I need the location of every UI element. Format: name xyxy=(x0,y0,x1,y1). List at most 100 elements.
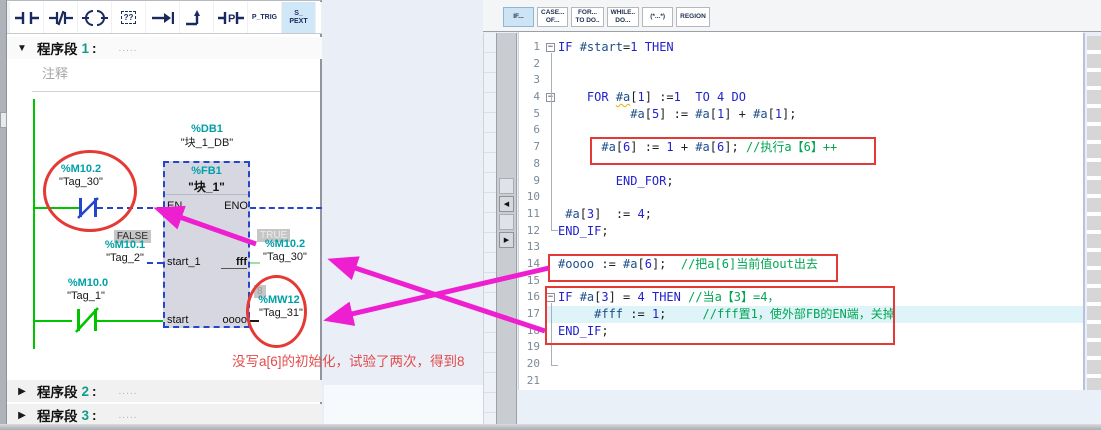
close-branch-icon[interactable] xyxy=(180,2,213,33)
fb-block[interactable]: %FB1 "块_1" xyxy=(163,161,250,328)
scl-toolbar-region-button[interactable]: REGION xyxy=(676,7,710,27)
line-number: 17 xyxy=(519,306,545,323)
line-number: 13 xyxy=(519,239,545,256)
line-number: 11 xyxy=(519,206,545,223)
red-annotation-text: 没写a[6]的初始化，试验了两次，得到8 xyxy=(232,350,532,370)
splitter-thumb[interactable] xyxy=(499,214,514,230)
network-3-header[interactable]: ▶ 程序段 3 : ..... xyxy=(7,404,322,426)
code-line-21[interactable]: 21 xyxy=(519,373,1083,390)
pin-eno[interactable]: ENO xyxy=(222,200,248,212)
code-line-2[interactable]: 2 xyxy=(519,56,1083,73)
scl-toolbar-case-of-button[interactable]: CASE...OF... xyxy=(537,7,568,27)
line-number: 1 xyxy=(519,39,545,56)
editor-right-margin-line xyxy=(1083,33,1085,390)
open-branch-icon[interactable] xyxy=(146,2,179,33)
network-3-title: 程序段 xyxy=(37,405,78,425)
wire-contact2-to-start xyxy=(97,320,163,322)
no-contact-icon[interactable] xyxy=(10,2,43,33)
collapse-triangle-icon[interactable]: ▼ xyxy=(7,43,37,54)
highlight-box-line7 xyxy=(590,137,876,165)
empty-canvas-bottom xyxy=(324,385,483,424)
scl-toolbar-if-button[interactable]: IF... xyxy=(503,7,534,27)
db-name[interactable]: "块_1_DB" xyxy=(167,137,247,150)
s-pext-button[interactable]: S_ PEXT xyxy=(282,2,315,33)
coil-icon[interactable] xyxy=(78,2,111,33)
code-text: #a[3] := 4; xyxy=(558,206,1083,223)
line-number: 7 xyxy=(519,139,545,156)
empty-canvas-area xyxy=(324,33,483,385)
pin-en[interactable]: EN xyxy=(167,200,182,212)
fold-spacer xyxy=(545,373,558,390)
out1-address[interactable]: %M10.2 xyxy=(259,238,311,251)
vertical-scrollbar[interactable] xyxy=(1087,36,1101,390)
code-text: #a[5] := #a[1] + #a[1]; xyxy=(558,106,1083,123)
network-1-title: 程序段 xyxy=(37,38,78,58)
wire-rail-to-contact2 xyxy=(34,320,72,322)
scl-toolbar-while-do-button[interactable]: WHILE..DO... xyxy=(607,7,640,27)
nc-contact-icon[interactable] xyxy=(44,2,77,33)
splitter-collapse-left-icon[interactable]: ◀ xyxy=(499,196,514,212)
code-line-20[interactable]: 20 xyxy=(519,356,1083,373)
in1-address[interactable]: %M10.1 xyxy=(99,239,151,252)
splitter-collapse-right-icon[interactable]: ▶ xyxy=(499,232,514,248)
network-2-colon: : xyxy=(89,384,97,399)
line-number: 4 xyxy=(519,89,545,106)
line-number: 16 xyxy=(519,289,545,306)
line-number: 9 xyxy=(519,173,545,190)
network-comment[interactable]: 注释 xyxy=(42,63,312,87)
network-2-title-placeholder[interactable]: ..... xyxy=(97,386,138,397)
contact2-address[interactable]: %M10.0 xyxy=(62,277,114,290)
p-contact-icon[interactable]: P xyxy=(214,2,247,33)
code-line-12[interactable]: 12END_IF; xyxy=(519,223,1083,240)
code-text: IF #start=1 THEN xyxy=(558,39,1083,56)
toolbar-partial-cell xyxy=(316,2,321,33)
code-text xyxy=(558,373,1083,390)
network-3-title-placeholder[interactable]: ..... xyxy=(97,410,138,421)
highlight-box-line14 xyxy=(548,254,838,282)
network-2-header[interactable]: ▶ 程序段 2 : ..... xyxy=(7,380,322,402)
pin-oooo[interactable]: oooo xyxy=(212,314,247,326)
code-line-3[interactable]: 3 xyxy=(519,72,1083,89)
splitter-thumb[interactable] xyxy=(499,178,514,194)
line-number: 21 xyxy=(519,373,545,390)
lad-toolbar: ?? P P_TRIG S_ PEXT xyxy=(7,2,322,34)
fold-connector-tick xyxy=(551,365,558,366)
window-bottom-edge xyxy=(0,424,1101,430)
code-text: END_FOR; xyxy=(558,173,1083,190)
db-address[interactable]: %DB1 xyxy=(175,123,239,136)
network-1-colon: : xyxy=(89,41,97,56)
out1-tag-name[interactable]: "Tag_30" xyxy=(255,251,315,264)
comment-underline xyxy=(32,91,320,92)
network-2-title: 程序段 xyxy=(37,381,78,401)
code-line-11[interactable]: 11 #a[3] := 4; xyxy=(519,206,1083,223)
line-number: 12 xyxy=(519,223,545,240)
code-line-10[interactable]: 10 xyxy=(519,189,1083,206)
line-number: 8 xyxy=(519,156,545,173)
scl-toolbar-for-to-do-button[interactable]: FOR...TO DO.. xyxy=(571,7,603,27)
splitter-grip[interactable] xyxy=(0,112,7,128)
pin-start[interactable]: start xyxy=(167,314,188,326)
code-line-5[interactable]: 5 #a[5] := #a[1] + #a[1]; xyxy=(519,106,1083,123)
line-number: 15 xyxy=(519,273,545,290)
pin-fff[interactable]: fff xyxy=(221,256,247,269)
scl-toolbar: IF...CASE...OF...FOR...TO DO..WHILE..DO.… xyxy=(503,7,710,27)
expand-triangle-icon[interactable]: ▶ xyxy=(7,410,37,421)
p-trig-button[interactable]: P_TRIG xyxy=(248,2,281,33)
s-pext-label: S_ PEXT xyxy=(289,10,307,26)
code-line-4[interactable]: 4− FOR #a[1] :=1 TO 4 DO xyxy=(519,89,1083,106)
network-1-header[interactable]: ▼ 程序段 1 : ..... xyxy=(7,37,322,59)
code-line-1[interactable]: 1−IF #start=1 THEN xyxy=(519,39,1083,56)
line-number: 10 xyxy=(519,189,545,206)
contact2-tag-name[interactable]: "Tag_1" xyxy=(60,290,112,303)
network-1-title-placeholder[interactable]: ..... xyxy=(97,43,138,54)
expand-triangle-icon[interactable]: ▶ xyxy=(7,386,37,397)
p-trig-label: P_TRIG xyxy=(252,14,277,22)
code-text xyxy=(558,56,1083,73)
pin-start1[interactable]: start_1 xyxy=(167,256,201,268)
nc-contact2-slash xyxy=(73,307,101,333)
highlight-box-lines16-18 xyxy=(545,286,895,345)
in1-tag-name[interactable]: "Tag_2" xyxy=(99,252,151,265)
empty-box-icon[interactable]: ?? xyxy=(112,2,145,33)
scl-toolbar-comment-button[interactable]: (*...*) xyxy=(642,7,673,27)
code-line-9[interactable]: 9 END_FOR; xyxy=(519,173,1083,190)
